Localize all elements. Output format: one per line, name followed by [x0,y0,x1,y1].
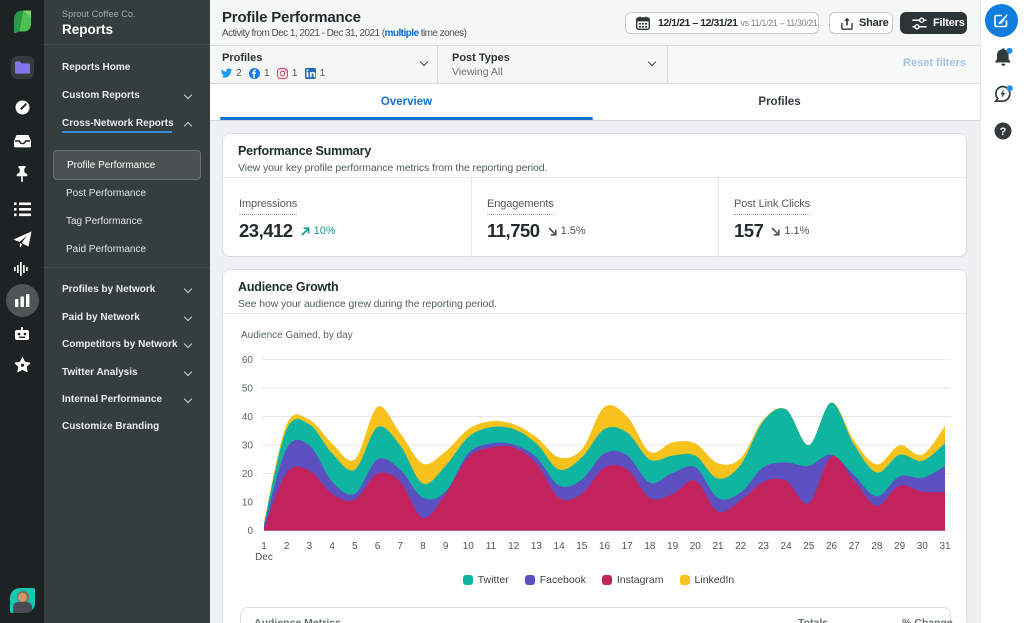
svg-text:30: 30 [917,541,929,552]
svg-text:8: 8 [420,541,426,552]
svg-text:18: 18 [644,541,656,552]
svg-text:30: 30 [242,441,254,452]
svg-text:14: 14 [554,541,566,552]
svg-text:4: 4 [329,541,335,552]
svg-text:23: 23 [758,541,770,552]
svg-text:22: 22 [735,541,747,552]
svg-text:21: 21 [712,541,724,552]
svg-text:40: 40 [242,412,254,423]
svg-text:16: 16 [599,541,611,552]
svg-text:19: 19 [667,541,679,552]
svg-text:10: 10 [463,541,475,552]
svg-text:27: 27 [849,541,861,552]
svg-text:11: 11 [486,541,497,552]
svg-text:24: 24 [781,541,793,552]
svg-text:60: 60 [242,355,254,366]
svg-text:20: 20 [242,469,254,480]
svg-text:5: 5 [352,541,358,552]
svg-text:10: 10 [242,498,254,509]
svg-text:Dec: Dec [255,552,273,563]
svg-text:?: ? [1000,126,1007,138]
svg-text:6: 6 [375,541,381,552]
svg-text:20: 20 [690,541,702,552]
svg-text:31: 31 [939,541,951,552]
svg-text:7: 7 [397,541,403,552]
svg-text:1: 1 [261,541,267,552]
svg-text:15: 15 [576,541,588,552]
svg-text:9: 9 [443,541,449,552]
svg-text:13: 13 [531,541,543,552]
svg-text:25: 25 [803,541,815,552]
svg-text:29: 29 [894,541,906,552]
svg-text:3: 3 [307,541,313,552]
svg-text:17: 17 [622,541,634,552]
svg-text:2: 2 [284,541,290,552]
svg-text:26: 26 [826,541,838,552]
svg-text:28: 28 [871,541,883,552]
svg-text:12: 12 [508,541,520,552]
svg-text:50: 50 [242,384,254,395]
svg-text:0: 0 [247,526,253,537]
